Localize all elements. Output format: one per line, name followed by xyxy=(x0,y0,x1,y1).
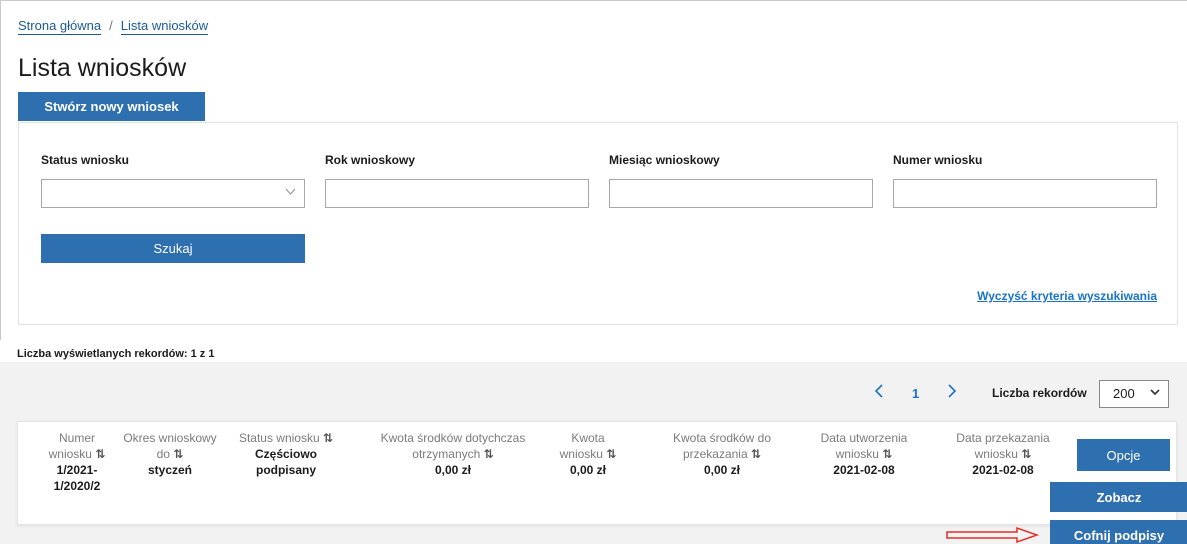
records-count: Liczba wyświetlanych rekordów: 1 z 1 xyxy=(17,348,215,360)
year-filter-label: Rok wnioskowy xyxy=(325,153,416,167)
pager-current-page[interactable]: 1 xyxy=(912,386,919,401)
status-filter-label: Status wniosku xyxy=(41,153,130,167)
chevron-left-icon xyxy=(874,384,883,398)
cell-value: 2021-02-08 xyxy=(833,463,895,477)
page-header-area: Strona główna / Lista wniosków Lista wnios… xyxy=(0,0,1187,340)
page-title: Lista wniosków xyxy=(18,54,187,82)
col-request-amount: Kwota wniosku ⇅ 0,00 zł xyxy=(546,430,630,478)
col-funds-to-transfer: Kwota środków do przekazania ⇅ 0,00 zł xyxy=(642,430,802,478)
status-select[interactable] xyxy=(41,179,305,208)
sort-icon: ⇅ xyxy=(95,447,106,461)
menu-item-revoke-signatures[interactable]: Cofnij podpisy xyxy=(1050,520,1187,544)
breadcrumb: Strona główna / Lista wniosków xyxy=(18,18,209,35)
breadcrumb-current-link[interactable]: Lista wniosków xyxy=(120,18,209,35)
col-header[interactable]: Okres wnioskowy do ⇅ xyxy=(114,430,226,462)
col-period-to: Okres wnioskowy do ⇅ styczeń xyxy=(114,430,226,478)
cell-value: styczeń xyxy=(147,463,193,477)
cell-value: Częściowo podpisany xyxy=(254,447,317,477)
month-filter-label: Miesiąc wnioskowy xyxy=(609,153,720,167)
search-button[interactable]: Szukaj xyxy=(41,234,305,263)
table-row: Numer wniosku ⇅ 1/2021- 1/2020/2 Okres wni… xyxy=(17,421,1177,525)
chevron-right-icon xyxy=(948,384,957,398)
number-filter-label: Numer wniosku xyxy=(893,153,983,167)
breadcrumb-separator: / xyxy=(109,18,113,33)
clear-criteria-link[interactable]: Wyczyść kryteria wyszukiwania xyxy=(977,289,1157,303)
cell-value: 0,00 zł xyxy=(434,463,472,477)
col-header[interactable]: Status wniosku ⇅ xyxy=(226,430,346,446)
sort-icon: ⇅ xyxy=(173,447,184,461)
sort-icon: ⇅ xyxy=(882,447,893,461)
col-header[interactable]: Kwota środków dotychczas otrzymanych ⇅ xyxy=(358,430,548,462)
menu-item-view[interactable]: Zobacz xyxy=(1050,482,1187,512)
col-request-number: Numer wniosku ⇅ 1/2021- 1/2020/2 xyxy=(32,430,122,494)
month-input[interactable] xyxy=(609,179,873,208)
col-header[interactable]: Kwota wniosku ⇅ xyxy=(546,430,630,462)
pager-next-button[interactable] xyxy=(947,384,957,403)
filter-panel: Status wniosku Rok wnioskowy Miesiąc wni… xyxy=(18,122,1178,325)
create-new-request-button[interactable]: Stwórz nowy wniosek xyxy=(18,92,205,121)
annotation-arrow-icon xyxy=(946,526,1040,544)
cell-value: 0,00 zł xyxy=(703,463,741,477)
cell-value: 2021-02-08 xyxy=(972,463,1034,477)
col-header[interactable]: Data przekazania wniosku ⇅ xyxy=(933,430,1073,462)
chevron-down-icon xyxy=(1150,386,1160,400)
sort-icon: ⇅ xyxy=(606,447,617,461)
col-funds-received: Kwota środków dotychczas otrzymanych ⇅ 0,… xyxy=(358,430,548,478)
sort-icon: ⇅ xyxy=(751,447,762,461)
number-input[interactable] xyxy=(893,179,1157,208)
col-header[interactable]: Data utworzenia wniosku ⇅ xyxy=(794,430,934,462)
col-header[interactable]: Numer wniosku ⇅ xyxy=(32,430,122,462)
chevron-down-icon xyxy=(285,186,296,200)
col-created-date: Data utworzenia wniosku ⇅ 2021-02-08 xyxy=(794,430,934,478)
per-page-label: Liczba rekordów xyxy=(992,386,1087,400)
pager: 1 Liczba rekordów 200 xyxy=(17,372,1177,414)
per-page-select[interactable]: 200 xyxy=(1099,380,1169,408)
col-status: Status wniosku ⇅ Częściowo podpisany xyxy=(226,430,346,478)
year-input[interactable] xyxy=(325,179,589,208)
sort-icon: ⇅ xyxy=(1021,447,1032,461)
per-page-value: 200 xyxy=(1113,386,1135,401)
col-transfer-date: Data przekazania wniosku ⇅ 2021-02-08 xyxy=(933,430,1073,478)
col-header[interactable]: Kwota środków do przekazania ⇅ xyxy=(642,430,802,462)
pager-prev-button[interactable] xyxy=(874,384,884,403)
cell-value: 1/2021- 1/2020/2 xyxy=(53,463,101,493)
sort-icon: ⇅ xyxy=(483,447,494,461)
breadcrumb-home-link[interactable]: Strona główna xyxy=(18,18,102,35)
options-button[interactable]: Opcje xyxy=(1077,439,1170,471)
sort-icon: ⇅ xyxy=(323,431,334,445)
cell-value: 0,00 zł xyxy=(569,463,607,477)
